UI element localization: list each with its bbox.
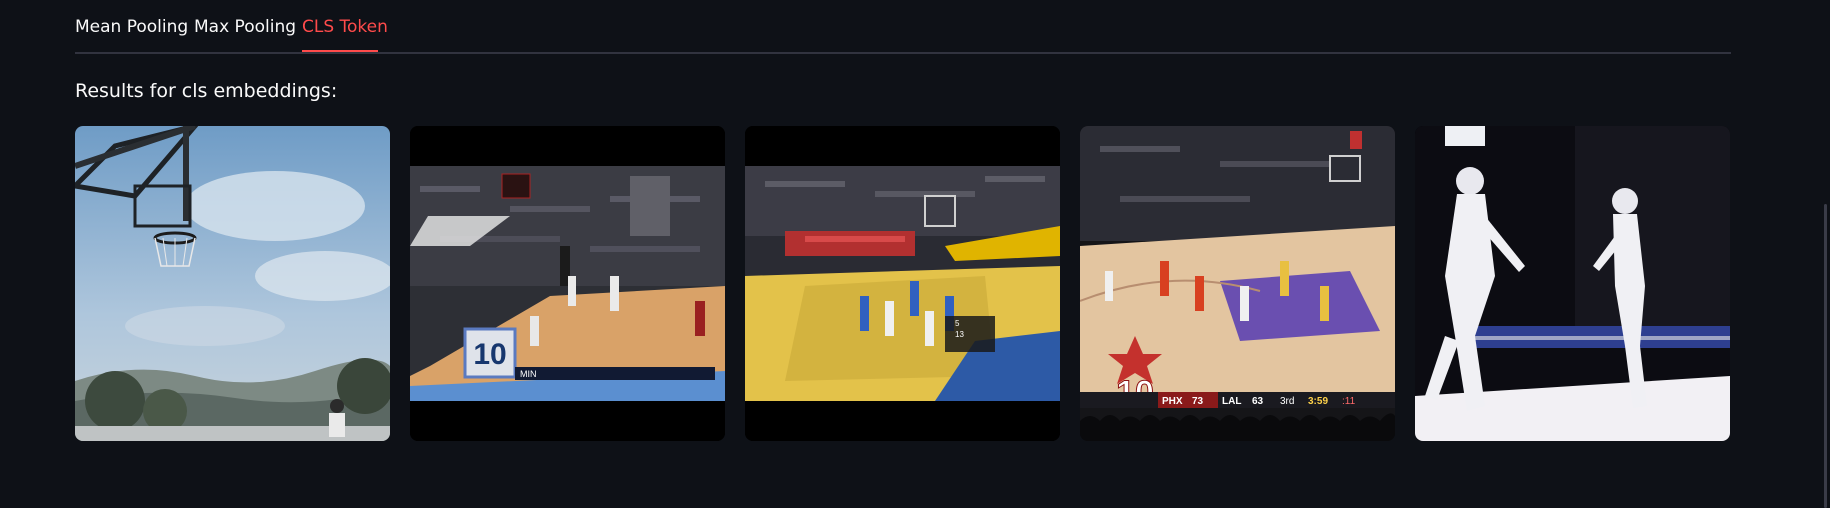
- fencing-image: [1415, 126, 1730, 441]
- period: 3rd: [1280, 396, 1294, 407]
- app-page: Mean Pooling Max Pooling CLS Token Resul…: [0, 0, 1830, 508]
- team-a-score: 73: [1192, 396, 1204, 407]
- team-a-abbrev: PHX: [1162, 396, 1183, 407]
- result-image-2: 10 MIN: [410, 126, 725, 441]
- active-tab-indicator: [302, 50, 378, 52]
- result-image-3: 5 13: [745, 126, 1060, 441]
- results-heading: Results for cls embeddings:: [75, 80, 338, 102]
- score-a: 5: [955, 319, 960, 328]
- basketball-broadcast-image: 10 MIN: [410, 126, 725, 441]
- tab-max-pooling[interactable]: Max Pooling: [194, 16, 296, 38]
- page-scrollbar[interactable]: [1824, 204, 1827, 508]
- basketball-broadcast-image: 10 PHX 73 LAL 63 3rd 3:59 :11: [1080, 126, 1395, 441]
- tab-bar: Mean Pooling Max Pooling CLS Token: [75, 0, 1731, 54]
- team-b-score: 63: [1252, 396, 1264, 407]
- tab-mean-pooling[interactable]: Mean Pooling: [75, 16, 188, 38]
- score-bug-team: MIN: [520, 369, 537, 379]
- basketball-hoop-image: [75, 126, 390, 441]
- tab-cls-token[interactable]: CLS Token: [302, 16, 388, 38]
- result-image-1: [75, 126, 390, 441]
- game-clock: 3:59: [1308, 396, 1328, 407]
- result-image-5: [1415, 126, 1730, 441]
- score-b: 13: [955, 330, 964, 339]
- team-b-abbrev: LAL: [1222, 396, 1241, 407]
- score-bug-badge: 10: [473, 338, 506, 371]
- shot-clock: :11: [1342, 396, 1356, 407]
- result-image-4: 10 PHX 73 LAL 63 3rd 3:59 :11: [1080, 126, 1395, 441]
- basketball-broadcast-image: 5 13: [745, 126, 1060, 441]
